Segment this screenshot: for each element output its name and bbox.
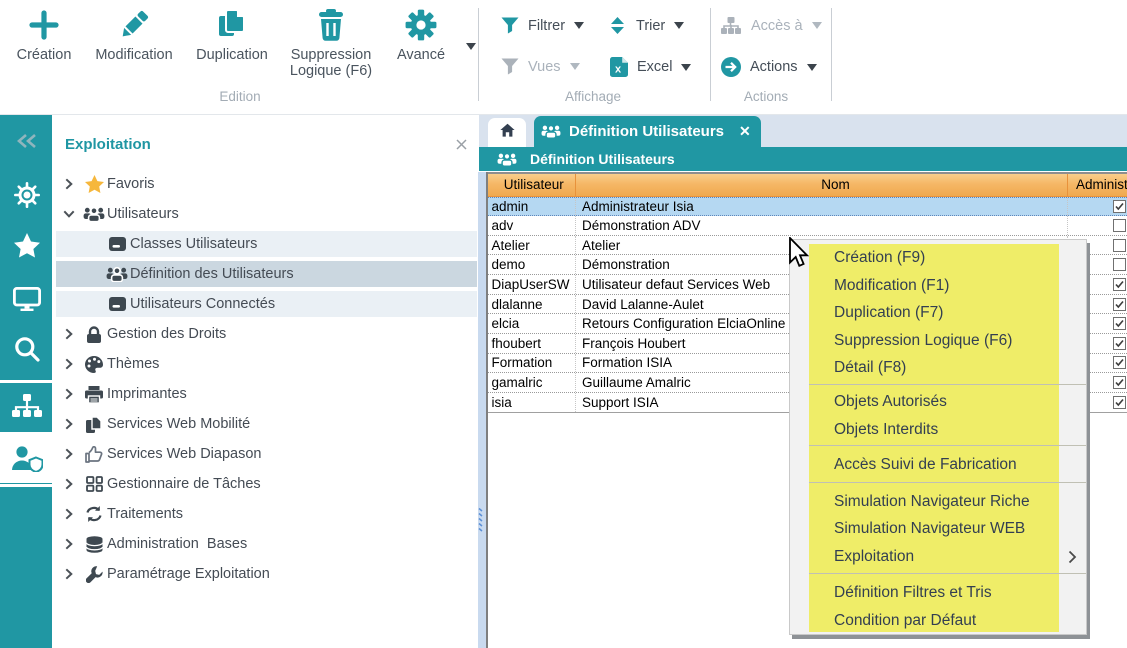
svg-text:x: x xyxy=(615,64,622,76)
